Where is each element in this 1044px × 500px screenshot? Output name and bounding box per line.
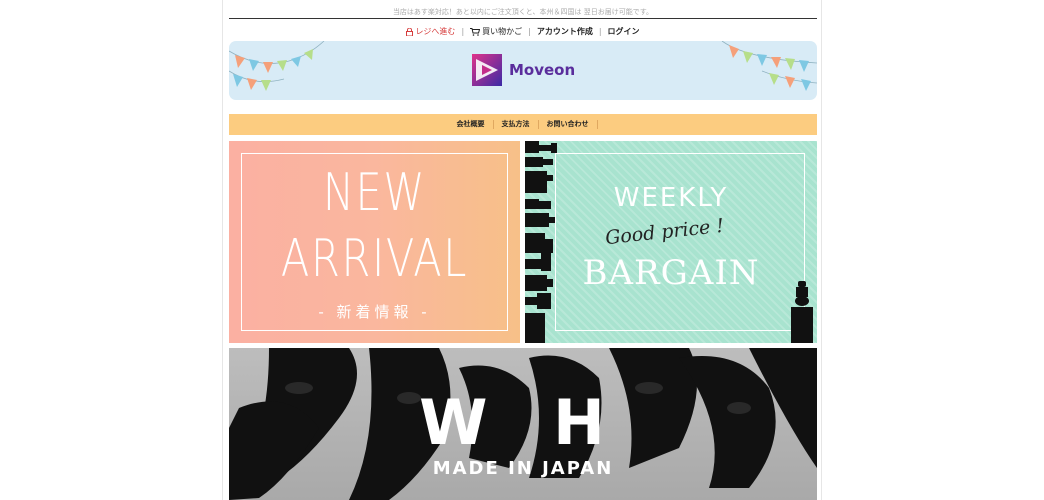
lock-icon <box>406 27 414 36</box>
perfume-bottle-right-icon <box>791 281 813 343</box>
menu-item-payment[interactable]: 支払方法 <box>494 120 539 129</box>
right-bunting-icon <box>721 41 817 91</box>
brand-name: Moveon <box>509 61 576 79</box>
nav-separator: | <box>528 27 531 36</box>
hero-subtitle: MADE IN JAPAN <box>432 458 614 479</box>
left-bunting-icon <box>229 41 325 91</box>
menu-item-contact[interactable]: お問い合わせ <box>539 120 598 129</box>
signup-label: アカウント作成 <box>536 27 593 36</box>
weekly-line1: WEEKLY <box>613 183 729 213</box>
login-link[interactable]: ログイン <box>608 26 640 37</box>
cart-icon <box>470 27 481 36</box>
moveon-logo-icon <box>472 54 502 86</box>
new-arrival-line2: ARRIVAL <box>280 229 469 289</box>
shipping-notice: 当店はあす楽対応！あと以内にご注文頂くと、本州＆四国は 翌日お届け可能です。 <box>229 6 817 19</box>
new-arrival-banner[interactable]: NEW ARRIVAL - 新着情報 - <box>229 141 520 343</box>
new-arrival-subtitle: - 新着情報 - <box>318 303 431 321</box>
cart-label: 買い物かご <box>482 27 523 36</box>
weekly-bargain-banner[interactable]: WEEKLY Good price ! BARGAIN <box>525 141 817 343</box>
nav-separator: | <box>598 27 602 36</box>
main-menu: 会社概要 支払方法 お問い合わせ <box>229 114 817 135</box>
signup-link[interactable]: アカウント作成 <box>537 26 593 37</box>
weekly-line3: BARGAIN <box>582 253 760 293</box>
hero-title: W H <box>419 386 627 459</box>
checkout-link[interactable]: レジへ進む <box>406 26 455 37</box>
checkout-label: レジへ進む <box>415 27 456 36</box>
banner-frame <box>555 153 805 331</box>
top-navigation: レジへ進む | 買い物かご | アカウント作成 | ログイン <box>223 25 823 38</box>
hero-banner[interactable]: W H MADE IN JAPAN <box>229 348 817 500</box>
nav-separator: | <box>461 27 465 36</box>
menu-item-company[interactable]: 会社概要 <box>449 120 494 129</box>
header-banner: Moveon <box>229 41 817 100</box>
page-container: 当店はあす楽対応！あと以内にご注文頂くと、本州＆四国は 翌日お届け可能です。 レ… <box>222 0 822 500</box>
perfume-bottles-left-icon <box>525 141 557 343</box>
brand-logo[interactable]: Moveon <box>472 54 575 86</box>
login-label: ログイン <box>607 27 640 36</box>
new-arrival-line1: NEW <box>322 163 427 223</box>
cart-link[interactable]: 買い物かご <box>470 26 522 37</box>
